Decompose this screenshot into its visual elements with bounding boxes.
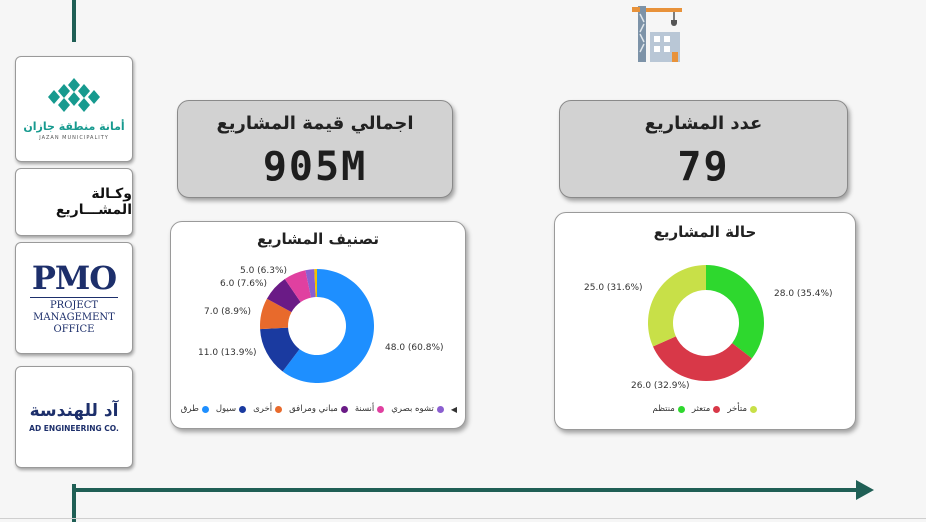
jazan-municipality-logo: أمانة منطقة جازان JAZAN MUNICIPALITY — [15, 56, 133, 162]
legend-label: أنسنة — [354, 404, 375, 414]
jazan-arabic-name: أمانة منطقة جازان — [23, 119, 125, 133]
legend-dot — [239, 405, 247, 413]
legend-dot — [201, 405, 209, 413]
pmo-logo: PMO PROJECT MANAGEMENT OFFICE — [15, 242, 133, 354]
category-legend: ◀ تشوه بصري أنسنة مباني ومرافق أخرى سيول… — [181, 404, 457, 414]
category-label-humanization: 5.0 (6.3%) — [240, 266, 288, 276]
arrow-head-icon — [856, 480, 874, 500]
legend-item-roads[interactable]: طرق — [181, 404, 209, 414]
kpi-project-count: عدد المشاريع 79 — [559, 100, 848, 198]
legend-label: منتظم — [652, 404, 675, 414]
legend-dot — [677, 405, 685, 413]
status-label-stalled: 26.0 (32.9%) — [631, 381, 690, 391]
category-label-roads: 48.0 (60.8%) — [385, 343, 444, 353]
status-slice-2[interactable] — [648, 265, 706, 347]
legend-dot — [340, 405, 348, 413]
status-legend: متأخر متعثر منتظم — [653, 404, 757, 414]
pmo-divider — [30, 296, 118, 298]
status-chart-panel: حالة المشاريع 28.0 (35.4%) 26.0 (32.9%) … — [554, 212, 856, 430]
agency-label: وكـالة المشـــاريع — [55, 186, 132, 218]
category-label-other: 7.0 (8.9%) — [204, 307, 252, 317]
legend-item-humanization[interactable]: أنسنة — [354, 404, 385, 414]
legend-label: متعثر — [691, 404, 711, 414]
status-donut-chart — [648, 265, 764, 381]
legend-item-floods[interactable]: سيول — [215, 404, 247, 414]
timeline-arrow — [74, 488, 864, 492]
kpi-total-value: اجمالي قيمة المشاريع 905M — [177, 100, 453, 198]
kpi-project-count-number: 79 — [677, 144, 730, 190]
category-chart-panel: تصنيف المشاريع 5.0 (6.3%) 6.0 (7.6%) 7.0… — [170, 221, 466, 429]
status-label-regular: 28.0 (35.4%) — [774, 289, 833, 299]
kpi-project-count-title: عدد المشاريع — [644, 113, 763, 134]
category-donut-chart — [260, 269, 374, 383]
jazan-english-name: JAZAN MUNICIPALITY — [39, 134, 109, 141]
legend-label: مباني ومرافق — [289, 404, 338, 414]
ad-engineering-logo: آد للهندسة AD ENGINEERING CO. — [15, 366, 133, 468]
pmo-line3: OFFICE — [53, 323, 95, 335]
legend-item-delayed[interactable]: متأخر — [727, 404, 757, 414]
legend-dot — [750, 405, 757, 413]
legend-dot — [713, 405, 721, 413]
legend-item-visual[interactable]: تشوه بصري — [391, 404, 444, 414]
status-slice-0[interactable] — [706, 265, 764, 359]
kpi-total-value-title: اجمالي قيمة المشاريع — [216, 113, 414, 134]
legend-label: تشوه بصري — [391, 404, 434, 414]
pmo-line1: PROJECT — [49, 299, 99, 311]
legend-item-buildings[interactable]: مباني ومرافق — [289, 404, 348, 414]
legend-item-other[interactable]: أخرى — [253, 404, 283, 414]
jazan-emblem-icon — [48, 77, 100, 112]
legend-item-stalled[interactable]: متعثر — [691, 404, 721, 414]
kpi-total-value-number: 905M — [262, 144, 368, 190]
legend-item-regular[interactable]: منتظم — [653, 404, 685, 414]
pmo-line2: MANAGEMENT — [33, 311, 115, 323]
legend-label: سيول — [215, 404, 237, 414]
legend-scroll-icon[interactable]: ◀ — [451, 405, 457, 414]
legend-dot — [377, 405, 385, 413]
category-label-buildings: 6.0 (7.6%) — [220, 279, 268, 289]
construction-crane-icon — [632, 6, 682, 62]
legend-label: طرق — [180, 404, 199, 414]
ad-arabic-name: آد للهندسة — [29, 401, 119, 421]
bottom-divider — [0, 518, 926, 519]
legend-label: متأخر — [727, 404, 747, 414]
legend-dot — [275, 405, 283, 413]
top-vertical-line — [72, 0, 76, 42]
legend-label: أخرى — [253, 404, 273, 414]
status-label-delayed: 25.0 (31.6%) — [584, 283, 643, 293]
agency-label-card: وكـالة المشـــاريع — [15, 168, 133, 236]
legend-dot — [436, 405, 444, 413]
ad-english-name: AD ENGINEERING CO. — [29, 424, 119, 433]
category-label-floods: 11.0 (13.9%) — [198, 348, 257, 358]
pmo-mark: PMO — [31, 258, 117, 297]
